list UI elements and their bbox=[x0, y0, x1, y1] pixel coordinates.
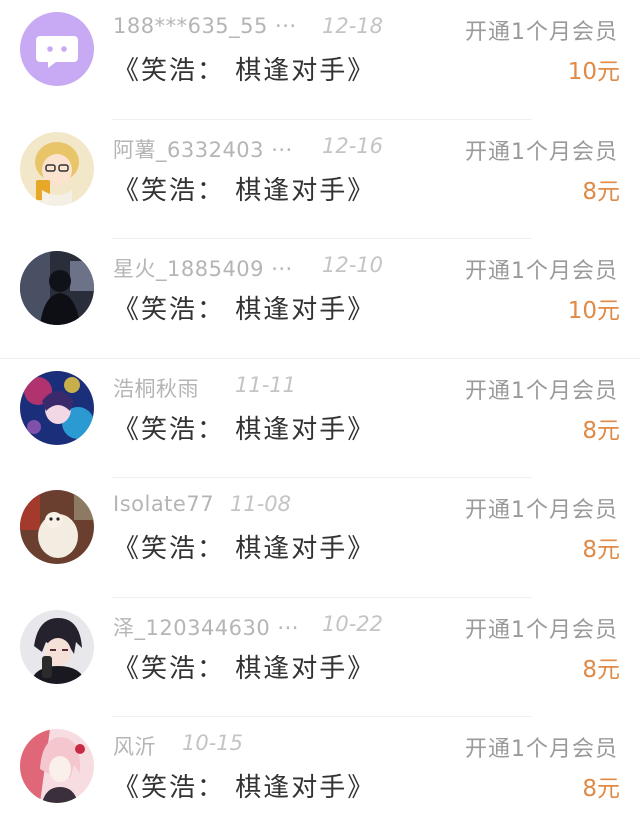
user-avatar-image bbox=[20, 609, 94, 684]
book-title[interactable]: 《笑浩： 棋逢对手》 bbox=[113, 528, 375, 565]
list-item[interactable]: Isolate77 11-08 开通1个月会员 《笑浩： 棋逢对手》 8元 bbox=[0, 478, 640, 598]
username[interactable]: 星火_1885409 ··· bbox=[113, 253, 293, 283]
user-avatar-image bbox=[20, 370, 94, 445]
avatar[interactable] bbox=[20, 251, 94, 325]
book-title[interactable]: 《笑浩： 棋逢对手》 bbox=[113, 409, 375, 446]
record-action: 开通1个月会员 bbox=[465, 737, 618, 762]
user-avatar-image bbox=[20, 729, 94, 803]
record-date: 12-16 bbox=[322, 133, 384, 158]
username[interactable]: 阿薯_6332403 ··· bbox=[113, 134, 293, 164]
book-title[interactable]: 《笑浩： 棋逢对手》 bbox=[113, 289, 375, 326]
amount: 8元 bbox=[582, 417, 620, 444]
amount: 10元 bbox=[567, 59, 620, 85]
avatar[interactable] bbox=[20, 12, 94, 86]
record-date: 11-08 bbox=[230, 492, 292, 516]
username[interactable]: 风沂 bbox=[113, 731, 156, 761]
list-item[interactable]: 浩桐秋雨 11-11 开通1个月会员 《笑浩： 棋逢对手》 8元 bbox=[0, 359, 640, 478]
username[interactable]: Isolate77 bbox=[113, 492, 214, 516]
list-item[interactable]: 星火_1885409 ··· 12-10 开通1个月会员 《笑浩： 棋逢对手》 … bbox=[0, 239, 640, 359]
record-action: 开通1个月会员 bbox=[465, 498, 618, 523]
amount: 8元 bbox=[582, 656, 620, 683]
record-action: 开通1个月会员 bbox=[465, 20, 618, 45]
user-avatar-image bbox=[20, 251, 94, 325]
purchase-record-list: 188***635_55 ··· 12-18 开通1个月会员 《笑浩： 棋逢对手… bbox=[0, 0, 640, 837]
record-date: 10-22 bbox=[322, 611, 384, 636]
chat-bubble-icon bbox=[20, 12, 94, 86]
avatar[interactable] bbox=[20, 729, 94, 803]
avatar[interactable] bbox=[20, 609, 94, 684]
record-action: 开通1个月会员 bbox=[465, 139, 618, 165]
username[interactable]: 188***635_55 ··· bbox=[113, 14, 297, 38]
book-title[interactable]: 《笑浩： 棋逢对手》 bbox=[113, 767, 375, 804]
amount: 10元 bbox=[567, 298, 620, 324]
record-date: 12-18 bbox=[322, 14, 384, 38]
record-action: 开通1个月会员 bbox=[465, 617, 618, 643]
avatar[interactable] bbox=[20, 370, 94, 445]
book-title[interactable]: 《笑浩： 棋逢对手》 bbox=[113, 170, 375, 207]
record-date: 12-10 bbox=[322, 253, 384, 277]
record-date: 10-15 bbox=[182, 731, 244, 755]
avatar[interactable] bbox=[20, 490, 94, 564]
amount: 8元 bbox=[582, 776, 620, 802]
list-item[interactable]: 阿薯_6332403 ··· 12-16 开通1个月会员 《笑浩： 棋逢对手》 … bbox=[0, 120, 640, 239]
user-avatar-image bbox=[20, 131, 94, 206]
amount: 8元 bbox=[582, 537, 620, 563]
record-date: 11-11 bbox=[235, 372, 297, 397]
record-action: 开通1个月会员 bbox=[465, 259, 618, 284]
username[interactable]: 浩桐秋雨 bbox=[113, 373, 199, 403]
list-item[interactable]: 188***635_55 ··· 12-18 开通1个月会员 《笑浩： 棋逢对手… bbox=[0, 0, 640, 120]
username[interactable]: 泽_120344630 ··· bbox=[113, 612, 299, 642]
list-item[interactable]: 风沂 10-15 开通1个月会员 《笑浩： 棋逢对手》 8元 bbox=[0, 717, 640, 837]
user-avatar-image bbox=[20, 490, 94, 564]
record-action: 开通1个月会员 bbox=[465, 378, 618, 404]
avatar[interactable] bbox=[20, 131, 94, 206]
book-title[interactable]: 《笑浩： 棋逢对手》 bbox=[113, 648, 375, 685]
book-title[interactable]: 《笑浩： 棋逢对手》 bbox=[113, 50, 375, 87]
list-item[interactable]: 泽_120344630 ··· 10-22 开通1个月会员 《笑浩： 棋逢对手》… bbox=[0, 598, 640, 717]
amount: 8元 bbox=[582, 178, 620, 205]
